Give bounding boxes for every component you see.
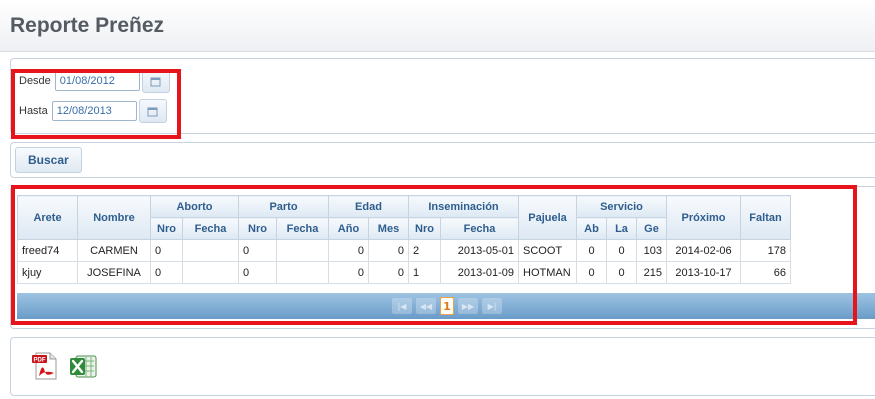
col-parto-fecha[interactable]: Fecha <box>276 217 329 240</box>
calendar-icon <box>150 77 161 86</box>
col-pajuela[interactable]: Pajuela <box>518 195 577 240</box>
cell-serv-la: 0 <box>606 239 637 262</box>
cell-parto-nro: 0 <box>238 261 277 284</box>
col-edad-ano[interactable]: Año <box>328 217 369 240</box>
hasta-row: Hasta <box>19 99 167 123</box>
pagination-bar: |◀ ◀◀ 1 ▶▶ ▶| <box>17 293 875 319</box>
pdf-icon[interactable]: PDF <box>29 350 61 382</box>
buscar-button[interactable]: Buscar <box>15 147 82 173</box>
cell-nombre: CARMEN <box>77 239 151 262</box>
cell-pajuela: SCOOT <box>518 239 577 262</box>
cell-aborto-fecha <box>182 261 239 284</box>
desde-calendar-button[interactable] <box>141 69 170 93</box>
col-proximo[interactable]: Próximo <box>666 195 741 240</box>
col-inseminacion: Inseminación <box>408 195 519 218</box>
col-aborto-nro[interactable]: Nro <box>150 217 183 240</box>
desde-date-input[interactable] <box>54 71 140 91</box>
cell-proximo: 2013-10-17 <box>666 261 741 284</box>
col-parto: Parto <box>238 195 329 218</box>
cell-parto-nro: 0 <box>238 239 277 262</box>
col-aborto: Aborto <box>150 195 239 218</box>
cell-parto-fecha <box>276 261 329 284</box>
table-row[interactable]: freed74 CARMEN 0 0 0 0 2 2013-05-01 SCOO… <box>17 239 791 262</box>
cell-parto-fecha <box>276 239 329 262</box>
page-title: Reporte Preñez <box>10 14 165 37</box>
cell-serv-ab: 0 <box>576 261 607 284</box>
cell-faltan: 66 <box>740 261 791 284</box>
desde-row: Desde <box>19 69 170 93</box>
current-page[interactable]: 1 <box>440 297 454 315</box>
col-insem-fecha[interactable]: Fecha <box>440 217 519 240</box>
cell-insem-nro: 2 <box>408 239 441 262</box>
cell-nombre: JOSEFINA <box>77 261 151 284</box>
col-edad-mes[interactable]: Mes <box>368 217 409 240</box>
date-filter-panel: Desde Hasta <box>10 58 875 134</box>
col-insem-nro[interactable]: Nro <box>408 217 441 240</box>
search-panel: Buscar <box>10 142 875 178</box>
cell-serv-la: 0 <box>606 261 637 284</box>
col-faltan[interactable]: Faltan <box>740 195 791 240</box>
cell-edad-ano: 0 <box>328 239 369 262</box>
first-page-button[interactable]: |◀ <box>392 298 412 314</box>
title-bar: Reporte Preñez <box>0 0 875 52</box>
results-panel: Arete Nombre Aborto Parto Edad Inseminac… <box>10 186 875 329</box>
table-row[interactable]: kjuy JOSEFINA 0 0 0 0 1 2013-01-09 HOTMA… <box>17 261 791 284</box>
hasta-label: Hasta <box>19 105 48 117</box>
hasta-calendar-button[interactable] <box>138 99 167 123</box>
cell-insem-nro: 1 <box>408 261 441 284</box>
hasta-date-input[interactable] <box>51 101 137 121</box>
cell-aborto-nro: 0 <box>150 261 183 284</box>
svg-text:PDF: PDF <box>34 358 46 364</box>
cell-edad-mes: 0 <box>368 239 409 262</box>
cell-aborto-nro: 0 <box>150 239 183 262</box>
col-aborto-fecha[interactable]: Fecha <box>182 217 239 240</box>
cell-serv-ge: 215 <box>636 261 667 284</box>
col-serv-ge[interactable]: Ge <box>636 217 667 240</box>
col-serv-ab[interactable]: Ab <box>576 217 607 240</box>
col-parto-nro[interactable]: Nro <box>238 217 277 240</box>
next-page-button[interactable]: ▶▶ <box>458 298 478 314</box>
prev-page-button[interactable]: ◀◀ <box>416 298 436 314</box>
cell-serv-ab: 0 <box>576 239 607 262</box>
cell-edad-mes: 0 <box>368 261 409 284</box>
cell-arete: freed74 <box>17 239 78 262</box>
cell-insem-fecha: 2013-05-01 <box>440 239 519 262</box>
cell-arete: kjuy <box>17 261 78 284</box>
export-panel: PDF <box>10 337 875 396</box>
last-page-button[interactable]: ▶| <box>482 298 502 314</box>
cell-aborto-fecha <box>182 239 239 262</box>
cell-serv-ge: 103 <box>636 239 667 262</box>
col-edad: Edad <box>328 195 409 218</box>
col-arete[interactable]: Arete <box>17 195 78 240</box>
col-servicio: Servicio <box>576 195 667 218</box>
calendar-icon <box>147 107 158 116</box>
cell-pajuela: HOTMAN <box>518 261 577 284</box>
cell-insem-fecha: 2013-01-09 <box>440 261 519 284</box>
export-icons: PDF <box>29 350 99 382</box>
results-table: Arete Nombre Aborto Parto Edad Inseminac… <box>17 195 791 284</box>
cell-faltan: 178 <box>740 239 791 262</box>
desde-label: Desde <box>19 75 51 87</box>
cell-proximo: 2014-02-06 <box>666 239 741 262</box>
cell-edad-ano: 0 <box>328 261 369 284</box>
excel-icon[interactable] <box>67 350 99 382</box>
col-nombre[interactable]: Nombre <box>77 195 151 240</box>
col-serv-la[interactable]: La <box>606 217 637 240</box>
